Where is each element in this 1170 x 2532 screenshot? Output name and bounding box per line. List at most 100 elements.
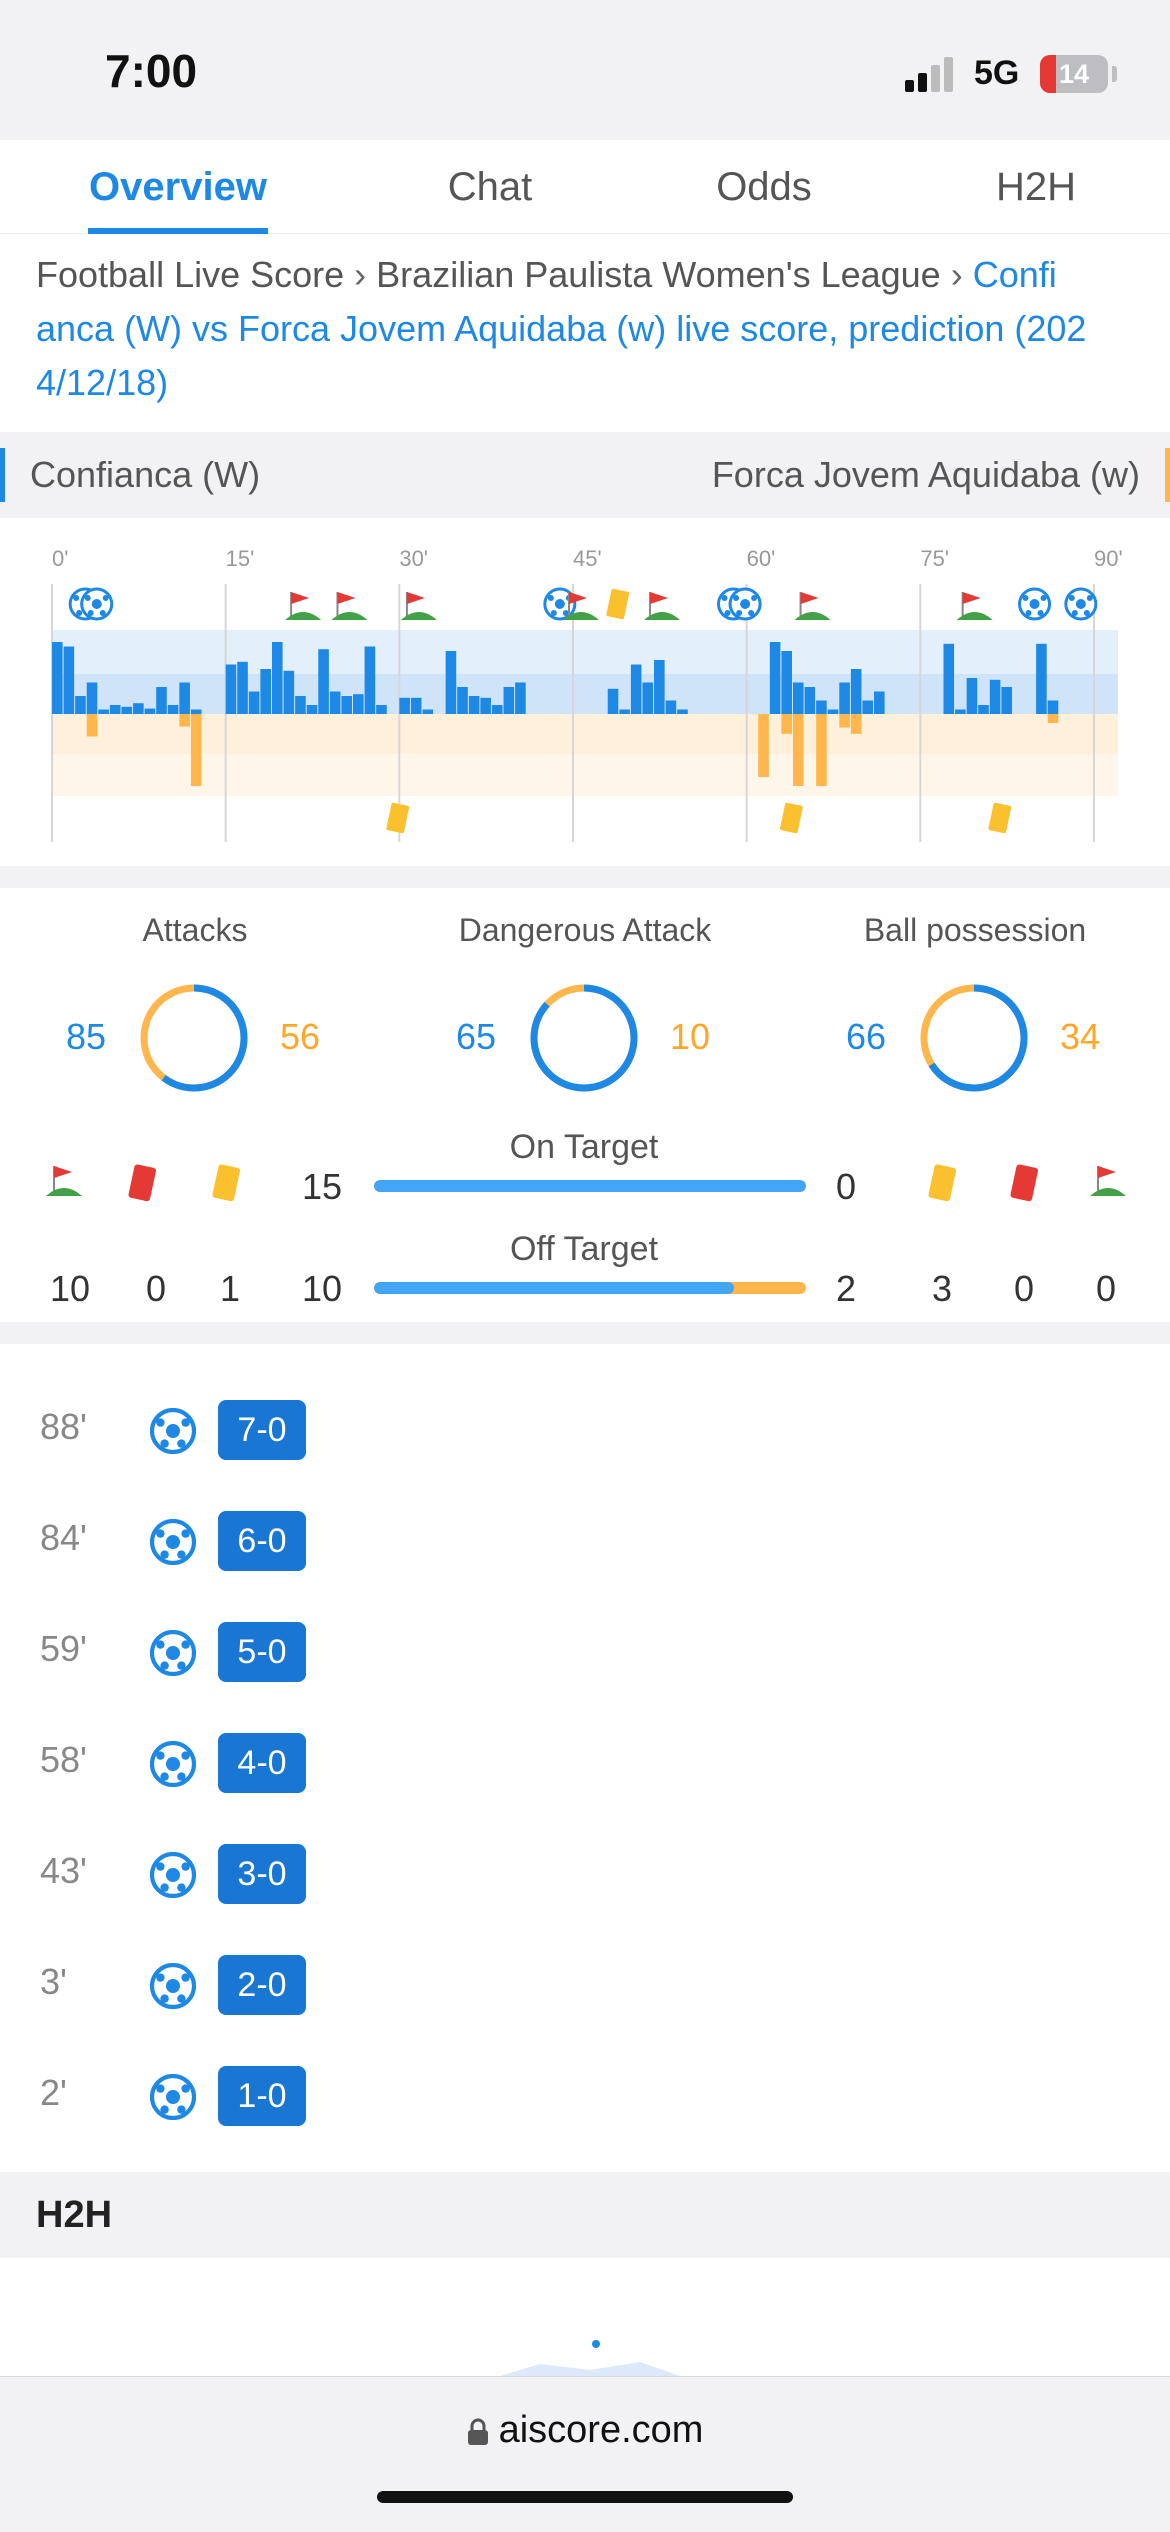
stat-attacks: Attacks 85 56 [0,912,390,1112]
goal-minute: 2' [40,2072,67,2113]
home-momentum-bar [306,705,318,714]
home-momentum-bar [86,682,98,714]
chevron-right-icon: › [950,254,963,295]
battery-level: 14 [1058,59,1090,89]
goal-event-row[interactable]: 88' 7-0 [0,1396,600,1466]
stat-ball-possession: Ball possession 66 34 [780,912,1170,1112]
tab-h2h[interactable]: H2H [936,140,1136,234]
timeline-chart: 0' 15' 30' 45' 60' 75' 90' [51,546,1123,842]
away-red-cards-count: 0 [1013,1268,1035,1309]
off-target-home-fill [374,1282,734,1294]
goal-score-badge: 3-0 [218,1844,306,1904]
home-momentum-bar [98,709,109,714]
goal-event-row[interactable]: 58' 4-0 [0,1729,600,1799]
home-momentum-bar [665,700,677,714]
stat-possession-label: Ball possession [863,912,1087,948]
section-divider [0,866,1170,888]
home-momentum-bar [237,661,248,714]
home-momentum-bar [63,646,75,714]
home-momentum-bar [816,700,827,714]
goal-ball-icon [728,587,762,621]
corner-flag-icon [284,591,323,621]
timeline-minute-label: 90' [1094,546,1123,571]
goal-score-badge: 7-0 [218,1400,306,1460]
tab-overview[interactable]: Overview [78,140,278,234]
attacks-ring [140,984,248,1092]
home-momentum-bar [144,708,156,714]
breadcrumb-current-part1[interactable]: Confi [973,254,1057,295]
home-momentum-bar [271,642,283,714]
goal-event-row[interactable]: 2' 1-0 [0,2062,600,2132]
home-momentum-bar [862,700,874,714]
yellow-card-icon [928,1164,956,1202]
goal-score-badge: 5-0 [218,1622,306,1682]
home-momentum-bar [52,642,63,714]
breadcrumb-home[interactable]: Football Live Score [36,254,344,295]
status-time: 7:00 [105,45,198,97]
home-team-name[interactable]: Confianca (W) [30,432,260,518]
stat-dangerous-attack: Dangerous Attack 65 10 [390,912,780,1112]
home-momentum-bar [133,703,144,714]
goal-event-row[interactable]: 3' 2-0 [0,1951,600,2021]
possession-ring [920,984,1028,1092]
goal-event-row[interactable]: 59' 5-0 [0,1618,600,1688]
home-momentum-bar [654,660,665,714]
url-display[interactable]: aiscore.com [0,2409,1170,2452]
home-momentum-bar [410,697,422,714]
home-momentum-bar [1001,687,1012,714]
timeline-minute-label: 60' [747,546,776,571]
breadcrumb: Football Live Score › Brazilian Paulista W… [36,248,1136,410]
home-indicator[interactable] [377,2491,793,2503]
home-momentum-bar [457,687,468,714]
home-momentum-bar [295,696,306,714]
home-momentum-bar [399,697,410,714]
away-momentum-bar [179,714,190,727]
home-momentum-bar [769,642,781,714]
breadcrumb-current-part3[interactable]: 4/12/18) [36,362,168,403]
home-momentum-bar [422,709,434,714]
red-card-icon [1010,1164,1038,1202]
away-momentum-bar [1047,714,1059,723]
tab-chat[interactable]: Chat [390,140,590,234]
corner-flag-icon [1090,1166,1126,1196]
goal-score-badge: 6-0 [218,1511,306,1571]
off-target-row: 10 0 1 10 Off Target 2 3 0 0 [0,1230,1170,1322]
tab-bar: Overview Chat Odds H2H [0,140,1170,234]
tab-odds[interactable]: Odds [664,140,864,234]
corner-flag-icon [399,591,438,621]
home-momentum-bar [515,682,526,714]
home-momentum-bar [966,678,978,714]
corner-flag-icon [955,591,994,621]
home-momentum-bar [225,664,237,714]
away-momentum-bar [190,714,202,786]
home-momentum-bar [850,669,862,714]
away-momentum-bar [792,714,804,786]
goal-event-row[interactable]: 43' 3-0 [0,1840,600,1910]
timeline-minute-label: 45' [573,546,602,571]
battery-cap [1112,66,1117,82]
football-icon [150,1963,196,2009]
lock-icon [467,2418,488,2445]
goal-score-badge: 1-0 [218,2066,306,2126]
off-target-home: 10 [301,1268,343,1309]
goal-event-row[interactable]: 84' 6-0 [0,1507,600,1577]
timeline-minute-label: 75' [920,546,949,571]
team-header: Confianca (W) Forca Jovem Aquidaba (w) [0,432,1170,518]
away-team-name[interactable]: Forca Jovem Aquidaba (w) [712,432,1140,518]
away-momentum-bar [850,714,862,734]
goal-minute: 59' [40,1628,87,1669]
stat-attacks-home: 85 [66,1016,107,1057]
corner-flag-icon [793,591,832,621]
corner-flag-icon [46,1166,82,1196]
breadcrumb-league[interactable]: Brazilian Paulista Women's League [376,254,941,295]
home-momentum-bar [1036,643,1047,714]
home-momentum-bar [781,651,792,714]
off-target-bar [374,1282,806,1294]
match-timeline: 0' 15' 30' 45' 60' 75' 90' [0,518,1170,866]
football-icon [150,1630,196,1676]
goal-ball-icon [1064,587,1098,621]
stat-possession-home: 66 [846,1016,887,1057]
battery-icon: 14 [1040,55,1108,93]
breadcrumb-current-part2[interactable]: anca (W) vs Forca Jovem Aquidaba (w) liv… [36,308,1086,349]
browser-address-bar[interactable]: aiscore.com [0,2376,1170,2532]
